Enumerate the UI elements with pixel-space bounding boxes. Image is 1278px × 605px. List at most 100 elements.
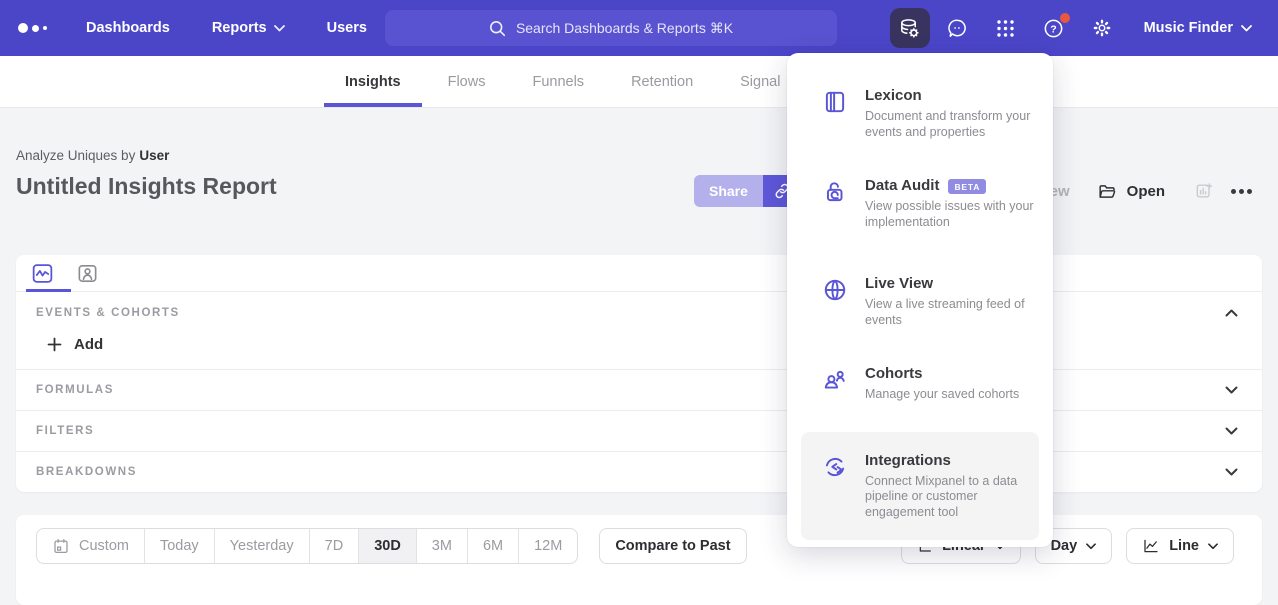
tab-retention[interactable]: Retention <box>631 56 693 107</box>
filters-section-label: FILTERS <box>36 425 94 437</box>
data-management-icon <box>898 17 921 40</box>
top-nav: Dashboards Reports Users Search Dashboar… <box>0 0 1278 56</box>
integrations-sync-icon <box>822 454 848 521</box>
collapse-events-button[interactable] <box>1225 309 1238 317</box>
range-12m-button[interactable]: 12M <box>518 529 577 563</box>
range-yesterday-button[interactable]: Yesterday <box>214 529 309 563</box>
share-split-button: Share <box>694 175 801 207</box>
gear-icon <box>1091 17 1113 39</box>
beta-badge: BETA <box>948 179 986 194</box>
chart-toolbar: Custom Today Yesterday 7D 30D 3M 6M 12M … <box>16 515 1262 605</box>
calendar-icon <box>52 537 70 555</box>
notification-badge <box>1060 13 1070 23</box>
menu-item-cohorts[interactable]: Cohorts Manage your saved cohorts <box>787 365 1053 403</box>
add-to-dashboard-button[interactable] <box>1194 181 1214 201</box>
events-section: EVENTS & COHORTS Add <box>16 292 1262 369</box>
date-range-control: Custom Today Yesterday 7D 30D 3M 6M 12M <box>36 528 578 564</box>
search-input[interactable]: Search Dashboards & Reports ⌘K <box>385 10 837 46</box>
menu-item-description: Connect Mixpanel to a data pipeline or c… <box>865 474 1043 521</box>
range-custom-button[interactable]: Custom <box>37 529 144 563</box>
mixpanel-logo-icon[interactable] <box>18 23 62 33</box>
folder-icon <box>1097 182 1118 201</box>
chevron-down-icon <box>1225 468 1238 476</box>
data-management-button[interactable] <box>890 8 930 48</box>
menu-item-description: View possible issues with your implement… <box>865 199 1043 230</box>
plus-icon <box>47 337 62 352</box>
query-builder-card: EVENTS & COHORTS Add FORMULAS FILTERS BR… <box>16 255 1262 492</box>
person-icon <box>76 262 99 285</box>
search-placeholder: Search Dashboards & Reports ⌘K <box>516 20 733 37</box>
apps-grid-icon <box>995 18 1016 39</box>
insights-chart-icon <box>30 261 55 286</box>
nav-item-dashboards[interactable]: Dashboards <box>86 20 170 36</box>
formulas-section[interactable]: FORMULAS <box>16 369 1262 410</box>
profiles-mode-tab[interactable] <box>76 262 99 285</box>
report-header: Analyze Uniques byUser Untitled Insights… <box>0 108 1278 255</box>
more-options-button[interactable] <box>1231 189 1252 194</box>
chart-type-select[interactable]: Line <box>1126 528 1234 564</box>
svg-text:?: ? <box>1050 23 1056 35</box>
tab-flows[interactable]: Flows <box>448 56 486 107</box>
analysis-context: Analyze Uniques byUser <box>16 148 1262 163</box>
add-event-button[interactable]: Add <box>16 334 1262 369</box>
expand-breakdowns-button[interactable] <box>1225 468 1238 476</box>
filters-section[interactable]: FILTERS <box>16 410 1262 451</box>
add-to-dashboard-icon <box>1194 181 1214 201</box>
expand-filters-button[interactable] <box>1225 427 1238 435</box>
data-management-menu: Lexicon Document and transform your even… <box>787 53 1053 547</box>
breakdowns-section[interactable]: BREAKDOWNS <box>16 451 1262 492</box>
tab-insights[interactable]: Insights <box>345 56 401 107</box>
line-chart-icon <box>1142 537 1160 555</box>
share-button[interactable]: Share <box>694 175 763 207</box>
project-name: Music Finder <box>1144 20 1233 36</box>
expand-formulas-button[interactable] <box>1225 386 1238 394</box>
nav-menu: Dashboards Reports Users <box>86 20 367 36</box>
report-tabbar: Insights Flows Funnels Retention Signal … <box>0 56 1278 108</box>
data-audit-lock-icon <box>822 179 848 230</box>
chevron-down-icon <box>274 25 285 32</box>
nav-item-users[interactable]: Users <box>327 20 367 36</box>
apps-grid-button[interactable] <box>986 8 1026 48</box>
settings-button[interactable] <box>1082 8 1122 48</box>
tab-signal[interactable]: Signal <box>740 56 780 107</box>
context-entity[interactable]: User <box>139 148 169 163</box>
menu-item-description: Manage your saved cohorts <box>865 387 1043 403</box>
events-mode-tab[interactable] <box>30 261 55 286</box>
feedback-button[interactable] <box>938 8 978 48</box>
range-30d-button[interactable]: 30D <box>358 529 416 563</box>
chevron-down-icon <box>1225 386 1238 394</box>
tab-funnels[interactable]: Funnels <box>532 56 584 107</box>
chevron-down-icon <box>1208 543 1218 550</box>
search-icon <box>489 20 506 37</box>
project-switcher[interactable]: Music Finder <box>1144 20 1252 36</box>
range-today-button[interactable]: Today <box>144 529 214 563</box>
range-3m-button[interactable]: 3M <box>416 529 467 563</box>
menu-item-description: Document and transform your events and p… <box>865 109 1043 140</box>
events-section-label: EVENTS & COHORTS <box>36 307 180 319</box>
cohorts-people-icon <box>822 367 848 403</box>
nav-item-reports[interactable]: Reports <box>212 20 285 36</box>
nav-right-actions: ? Music Finder <box>882 0 1252 56</box>
lexicon-book-icon <box>822 89 848 140</box>
menu-item-integrations[interactable]: Integrations Connect Mixpanel to a data … <box>801 452 1039 521</box>
compare-to-past-button[interactable]: Compare to Past <box>599 528 746 564</box>
chevron-down-icon <box>1225 427 1238 435</box>
chevron-down-icon <box>1086 543 1096 550</box>
builder-mode-tabs <box>16 255 1262 292</box>
chevron-down-icon <box>1241 25 1252 32</box>
formulas-section-label: FORMULAS <box>36 384 114 396</box>
help-button[interactable]: ? <box>1034 8 1074 48</box>
chevron-up-icon <box>1225 309 1238 317</box>
menu-item-live-view[interactable]: Live View View a live streaming feed of … <box>787 275 1053 328</box>
report-actions: New Open <box>1039 175 1252 207</box>
open-report-button[interactable]: Open <box>1097 182 1165 201</box>
menu-item-highlight: Integrations Connect Mixpanel to a data … <box>801 432 1039 541</box>
globe-icon <box>822 277 848 328</box>
breakdowns-section-label: BREAKDOWNS <box>36 466 137 478</box>
range-6m-button[interactable]: 6M <box>467 529 518 563</box>
menu-item-data-audit[interactable]: Data Audit BETA View possible issues wit… <box>787 177 1053 230</box>
feedback-icon <box>946 17 969 40</box>
menu-item-description: View a live streaming feed of events <box>865 297 1043 328</box>
range-7d-button[interactable]: 7D <box>309 529 359 563</box>
menu-item-lexicon[interactable]: Lexicon Document and transform your even… <box>787 87 1053 140</box>
